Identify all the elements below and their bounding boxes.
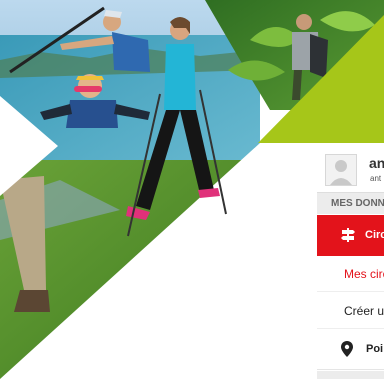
- user-silhouette-icon: [330, 160, 352, 185]
- sidebar-subitem-my-circuits[interactable]: Mes circ: [317, 256, 384, 292]
- avatar[interactable]: [325, 154, 357, 186]
- user-name: an: [369, 155, 384, 171]
- sidebar-item-label: Circ: [365, 229, 384, 241]
- user-subtitle: ant: [370, 174, 382, 183]
- section-heading: MES DONN: [317, 192, 384, 214]
- sidebar-subitem-create[interactable]: Créer u: [317, 293, 384, 329]
- account-panel: an ant MES DONN Circ Mes circ Créer u Po…: [317, 148, 384, 379]
- signpost-icon: [341, 228, 355, 247]
- next-section-band: [317, 371, 384, 379]
- sidebar-item-circuits[interactable]: Circ: [317, 215, 384, 256]
- map-pin-icon: [341, 341, 353, 362]
- user-header: an ant: [317, 148, 384, 190]
- sidebar-item-poi[interactable]: Poi: [317, 331, 384, 370]
- sidebar-item-label: Poi: [366, 343, 384, 355]
